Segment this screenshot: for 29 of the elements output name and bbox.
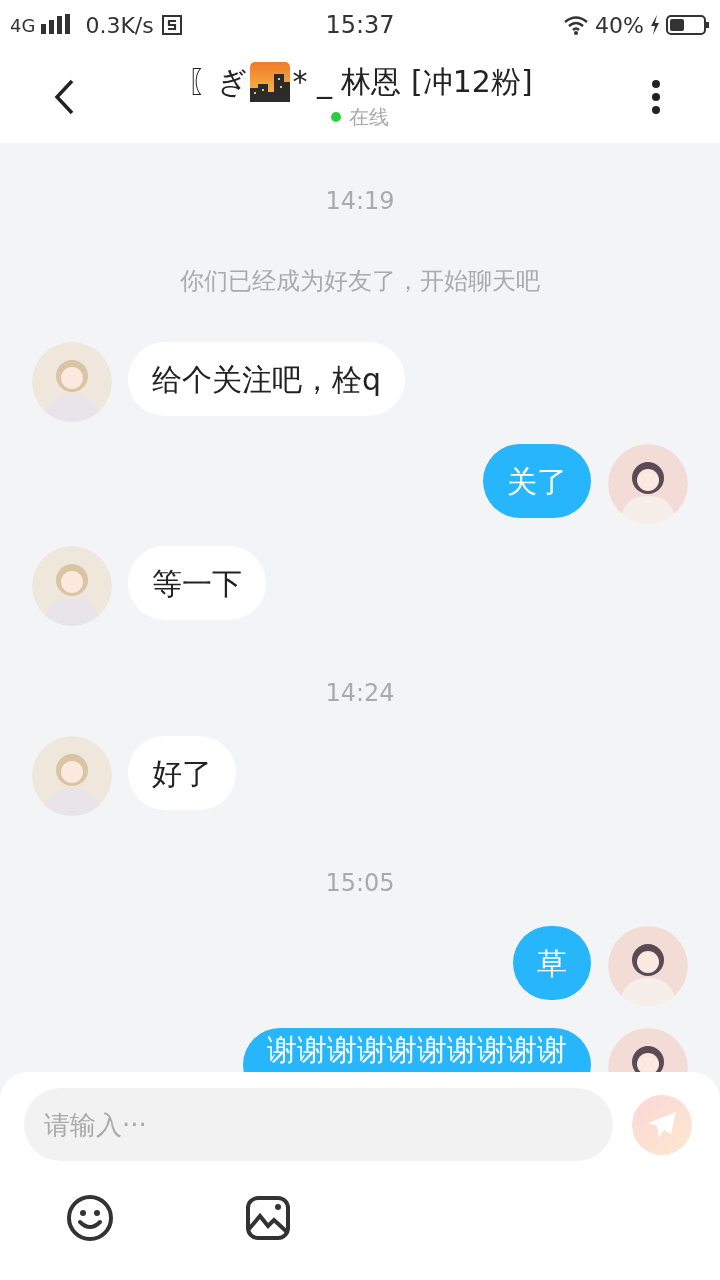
back-icon (53, 78, 75, 115)
message-text: 草 (537, 944, 567, 983)
chat-title: 〖ぎ (187, 62, 249, 101)
more-icon (651, 78, 661, 115)
message-bubble: 给个关注吧，栓q (128, 342, 406, 416)
network-type: 4G (10, 13, 36, 38)
clock: 15:37 (325, 10, 395, 41)
signal-icon (41, 14, 72, 36)
emoji-icon[interactable] (66, 1194, 114, 1242)
chat-title: * _ 林恩 [冲12粉] (292, 62, 533, 101)
charging-icon (650, 15, 660, 35)
timestamp: 14:19 (325, 186, 395, 216)
timestamp: 14:24 (325, 678, 395, 708)
message-input[interactable]: 请输入··· (24, 1088, 613, 1161)
app-notification-icon (161, 15, 182, 35)
message-bubble: 好了 (128, 736, 236, 810)
presence-status: 在线 (349, 103, 389, 131)
city-icon (250, 61, 291, 102)
message-bubble: 等一下 (128, 546, 266, 620)
image-icon[interactable] (246, 1196, 290, 1240)
battery-percent: 40% (595, 11, 644, 40)
battery-icon (666, 14, 710, 36)
system-notice: 你们已经成为好友了，开始聊天吧 (180, 266, 540, 296)
send-icon (647, 1110, 677, 1139)
message-text: 关了 (507, 462, 567, 501)
network-speed: 0.3K/s (85, 11, 154, 40)
timestamp: 15:05 (325, 868, 395, 898)
wifi-icon (563, 15, 590, 35)
message-text: 谢谢谢谢谢谢谢谢谢谢 (267, 1031, 567, 1066)
